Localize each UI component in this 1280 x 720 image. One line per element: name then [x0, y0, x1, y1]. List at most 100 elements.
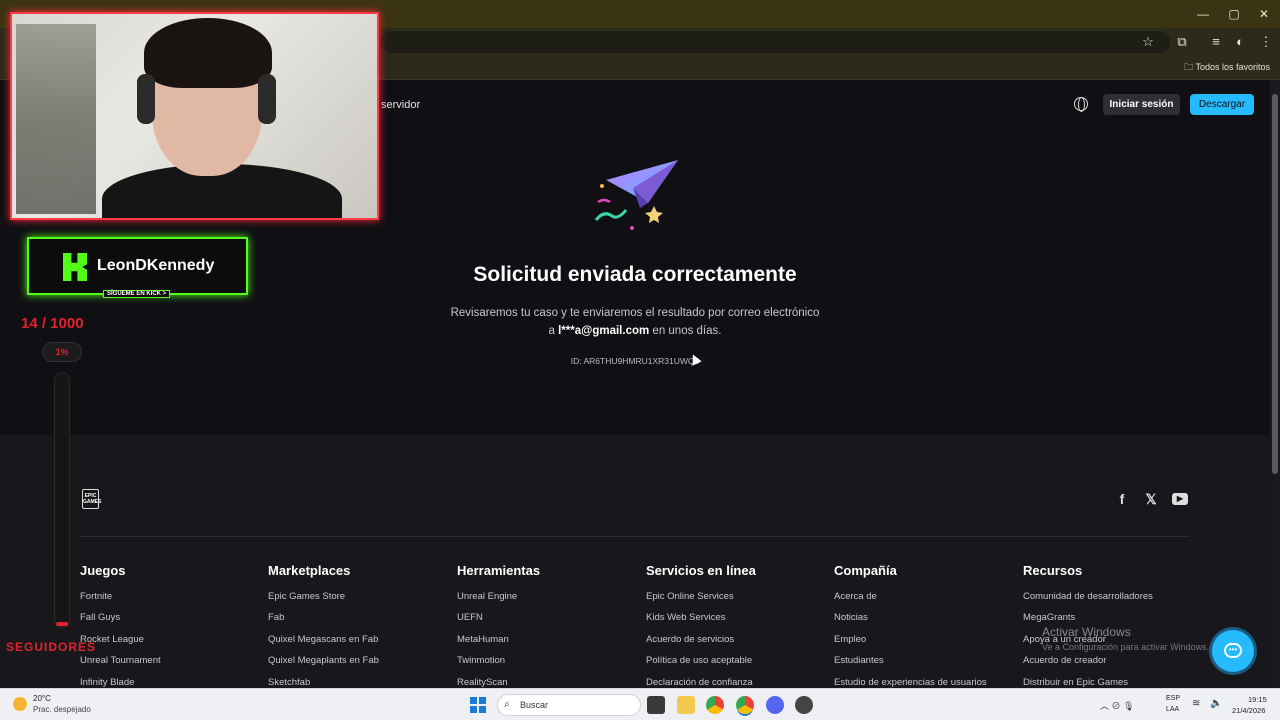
chrome-icon[interactable]: [706, 696, 724, 714]
scrollbar-thumb[interactable]: [1272, 94, 1278, 474]
chat-bubble-icon: •••: [1224, 643, 1242, 658]
footer-column: Compañía Acerca de Noticias Empleo Estudiant…: [834, 563, 987, 688]
footer-link[interactable]: Infinity Blade: [80, 677, 161, 688]
weather-temperature[interactable]: 20°C: [33, 694, 51, 703]
paper-plane-icon: [594, 160, 678, 230]
star-icon[interactable]: ☆: [1140, 34, 1156, 50]
restore-icon[interactable]: ▢: [1225, 6, 1243, 22]
webcam-overlay: [10, 12, 379, 220]
discord-icon[interactable]: [766, 696, 784, 714]
close-icon[interactable]: ✕: [1255, 6, 1273, 22]
wifi-icon[interactable]: ≋: [1192, 698, 1200, 709]
file-explorer-icon[interactable]: [677, 696, 695, 714]
footer-column-heading: Compañía: [834, 563, 897, 578]
footer-link[interactable]: Acerca de: [834, 591, 987, 612]
footer-link[interactable]: Epic Games Store: [268, 591, 379, 612]
footer-link[interactable]: Twinmotion: [457, 655, 540, 676]
footer-column-heading: Recursos: [1023, 563, 1083, 578]
kick-follow-tag: SÍGUEME EN KICK >: [103, 290, 171, 298]
clock-date[interactable]: 21/4/2026: [1232, 706, 1265, 715]
menu-icon[interactable]: ⋮: [1258, 34, 1274, 50]
logo-text: EPIC GAMES: [83, 493, 102, 505]
footer-link[interactable]: Fab: [268, 612, 379, 633]
footer-link[interactable]: Kids Web Services: [646, 612, 756, 633]
kick-channel-name: LeonDKennedy: [97, 257, 215, 274]
address-bar[interactable]: [380, 31, 1170, 53]
headset-right: [258, 74, 276, 124]
footer-link[interactable]: RealityScan: [457, 677, 540, 688]
message-prefix: a: [548, 325, 555, 337]
footer-link[interactable]: Unreal Engine: [457, 591, 540, 612]
follower-goal-percent: 1%: [42, 342, 82, 362]
clock-time[interactable]: 19:15: [1248, 695, 1267, 704]
footer-link[interactable]: Acuerdo de servicios: [646, 634, 756, 655]
footer-link[interactable]: Política de uso aceptable: [646, 655, 756, 676]
chrome-active-icon[interactable]: [736, 696, 754, 714]
all-bookmarks-link[interactable]: 🗀 Todos los favoritos: [1184, 60, 1270, 76]
footer-divider: [80, 536, 1190, 537]
all-bookmarks-label: Todos los favoritos: [1195, 62, 1270, 72]
footer-column-heading: Servicios en línea: [646, 563, 756, 578]
footer-link[interactable]: MetaHuman: [457, 634, 540, 655]
media-icon[interactable]: ≡: [1208, 34, 1224, 50]
system-tray-icons[interactable]: ︿ ⊘ 🎙: [1100, 699, 1134, 712]
footer-link[interactable]: Sketchfab: [268, 677, 379, 688]
download-button[interactable]: Descargar: [1190, 94, 1254, 115]
nav-link-servidor[interactable]: servidor: [381, 99, 420, 111]
footer-link[interactable]: Fortnite: [80, 591, 161, 612]
headset-left: [137, 74, 155, 124]
youtube-icon[interactable]: ▶: [1172, 493, 1188, 505]
kick-logo-icon: [63, 253, 87, 281]
footer-link[interactable]: Acuerdo de creador: [1023, 655, 1153, 676]
confirmation-message: Revisaremos tu caso y te enviaremos el r…: [450, 307, 820, 319]
footer-link[interactable]: Declaración de confianza: [646, 677, 756, 688]
weather-sun-icon[interactable]: [13, 697, 27, 711]
follower-goal-label: SEGUIDORES: [6, 640, 97, 654]
footer-link[interactable]: Distribuir en Epic Games: [1023, 677, 1153, 688]
footer-link[interactable]: Empleo: [834, 634, 987, 655]
footer-column: Servicios en línea Epic Online Services Ki…: [646, 563, 756, 688]
footer-link[interactable]: Epic Online Services: [646, 591, 756, 612]
footer-column-heading: Juegos: [80, 563, 126, 578]
footer-column: Herramientas Unreal Engine UEFN MetaHuman Tw…: [457, 563, 540, 688]
keyboard-layout[interactable]: LAA: [1166, 706, 1179, 713]
streamer-hair: [144, 18, 272, 88]
globe-icon[interactable]: [1074, 97, 1088, 112]
activate-windows-hint: Ve a Configuración para activar Windows.: [1042, 642, 1210, 652]
footer-link[interactable]: Noticias: [834, 612, 987, 633]
x-icon[interactable]: 𝕏: [1143, 491, 1159, 507]
footer-link[interactable]: Estudiantes: [834, 655, 987, 676]
footer-link[interactable]: Quixel Megascans en Fab: [268, 634, 379, 655]
footer-link[interactable]: UEFN: [457, 612, 540, 633]
follower-goal-count: 14 / 1000: [21, 315, 84, 332]
keyboard-language[interactable]: ESP: [1166, 695, 1180, 702]
masked-email: l***a@gmail.com: [558, 325, 650, 337]
extensions-icon[interactable]: ⧉: [1174, 34, 1190, 50]
login-button[interactable]: Iniciar sesión: [1103, 94, 1180, 115]
windows-taskbar: 20°C Prac. despejado ⌕ Buscar ︿ ⊘ 🎙 ESP …: [0, 688, 1280, 720]
volume-icon[interactable]: 🔈: [1210, 698, 1222, 709]
confirmation-message-email-line: a l***a@gmail.com en unos días.: [0, 325, 1270, 337]
footer-column-heading: Marketplaces: [268, 563, 351, 578]
obs-icon[interactable]: [795, 696, 813, 714]
weather-condition[interactable]: Prac. despejado: [33, 705, 91, 714]
facebook-icon[interactable]: f: [1114, 491, 1130, 507]
footer-link[interactable]: Fall Guys: [80, 612, 161, 633]
profile-icon[interactable]: ◐: [1232, 34, 1248, 50]
epic-games-logo[interactable]: EPIC GAMES: [82, 489, 102, 509]
footer-link[interactable]: Estudio de experiencias de usuarios: [834, 677, 987, 688]
footer-link[interactable]: Unreal Tournament: [80, 655, 161, 676]
footer-column: Juegos Fortnite Fall Guys Rocket League Unre…: [80, 563, 161, 688]
taskbar-search-input[interactable]: ⌕ Buscar: [497, 694, 641, 716]
follower-goal-bar: [54, 372, 70, 628]
page-scrollbar[interactable]: [1270, 80, 1280, 688]
chat-support-button[interactable]: •••: [1212, 630, 1254, 672]
footer-link[interactable]: Quixel Megaplants en Fab: [268, 655, 379, 676]
footer-link[interactable]: Comunidad de desarrolladores: [1023, 591, 1153, 612]
windows-start-icon[interactable]: [470, 697, 486, 713]
background-shelf: [16, 24, 96, 214]
minimize-icon[interactable]: —: [1194, 6, 1212, 22]
search-placeholder: Buscar: [520, 700, 549, 710]
task-view-icon[interactable]: [647, 696, 665, 714]
search-icon: ⌕: [504, 699, 510, 710]
